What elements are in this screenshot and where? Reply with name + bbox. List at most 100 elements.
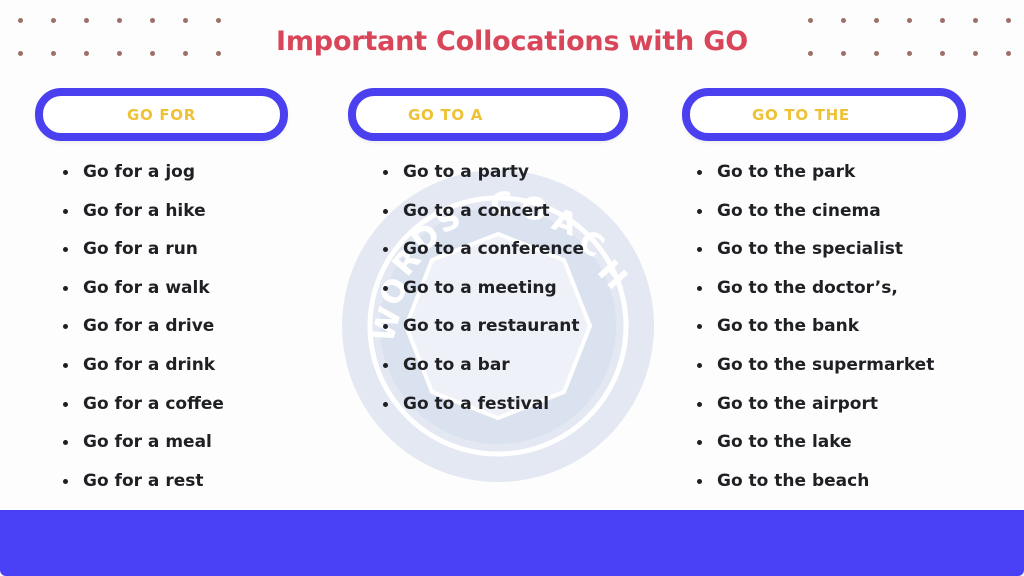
list-item: Go to a concert bbox=[382, 199, 584, 238]
decorative-dot bbox=[216, 18, 221, 23]
list-item: Go to a conference bbox=[382, 237, 584, 276]
decorative-dot bbox=[874, 18, 879, 23]
column-header-go-to-the[interactable]: GO TO THE bbox=[682, 88, 966, 141]
page-title: Important Collocations with GO bbox=[276, 26, 748, 57]
list-item: Go to a festival bbox=[382, 392, 584, 431]
bullet-icon bbox=[383, 208, 388, 214]
column-header-go-to-a[interactable]: GO TO A bbox=[348, 88, 628, 141]
list-item: Go to a restaurant bbox=[382, 314, 584, 353]
list-item: Go to the beach bbox=[696, 469, 934, 508]
list-item: Go to the bank bbox=[696, 314, 934, 353]
list-item-label: Go to a festival bbox=[403, 393, 550, 414]
list-item: Go to the airport bbox=[696, 392, 934, 431]
list-item: Go for a walk bbox=[62, 276, 224, 315]
list-item: Go to the cinema bbox=[696, 199, 934, 238]
column-header-label: GO TO THE bbox=[752, 105, 850, 124]
decorative-dot bbox=[18, 18, 23, 23]
list-item-label: Go for a coffee bbox=[83, 393, 224, 414]
column-header-label: GO FOR bbox=[126, 105, 197, 124]
list-item: Go for a rest bbox=[62, 469, 224, 508]
bullet-icon bbox=[697, 208, 702, 214]
decorative-dot bbox=[907, 18, 912, 23]
column-header-go-for[interactable]: GO FOR bbox=[35, 88, 288, 141]
bullet-icon bbox=[63, 324, 68, 330]
decorative-dot bbox=[84, 18, 89, 23]
list-item-label: Go to a concert bbox=[403, 200, 550, 221]
bullet-icon bbox=[63, 401, 68, 407]
list-item: Go for a run bbox=[62, 237, 224, 276]
list-item-label: Go for a drive bbox=[83, 316, 215, 337]
list-item-label: Go to the park bbox=[717, 162, 856, 182]
svg-text:H: H bbox=[590, 253, 634, 296]
decorative-dot bbox=[841, 18, 846, 23]
list-item-label: Go to a party bbox=[403, 162, 529, 182]
bullet-icon bbox=[697, 401, 702, 407]
list-item-label: Go for a walk bbox=[83, 277, 210, 298]
list-item-label: Go to the doctor’s, bbox=[717, 277, 898, 298]
bullet-icon bbox=[383, 401, 388, 407]
list-item-label: Go for a hike bbox=[83, 200, 206, 221]
decorative-dot bbox=[150, 18, 155, 23]
list-item: Go to a bar bbox=[382, 353, 584, 392]
bullet-icon bbox=[383, 170, 388, 175]
list-item-label: Go to a bar bbox=[403, 354, 510, 375]
list-item-label: Go to the lake bbox=[717, 432, 852, 453]
list-item-label: Go to the bank bbox=[717, 316, 860, 337]
list-item: Go to the park bbox=[696, 160, 934, 199]
bullet-icon bbox=[63, 362, 68, 368]
decorative-dot bbox=[940, 18, 945, 23]
bullet-icon bbox=[383, 285, 388, 291]
list-item-label: Go for a jog bbox=[83, 162, 195, 182]
list-item: Go to the doctor’s, bbox=[696, 276, 934, 315]
decorative-dot bbox=[808, 18, 813, 23]
column-header-label: GO TO A bbox=[408, 105, 484, 124]
collocation-list-go-for: Go for a jog Go for a hike Go for a run … bbox=[62, 160, 224, 507]
collocation-list-go-to-a: Go to a party Go to a concert Go to a co… bbox=[382, 160, 584, 430]
list-item: Go to a party bbox=[382, 160, 584, 199]
bullet-icon bbox=[63, 247, 68, 253]
decorative-dot bbox=[51, 18, 56, 23]
bullet-icon bbox=[383, 362, 388, 368]
list-item: Go for a jog bbox=[62, 160, 224, 199]
list-item: Go for a drive bbox=[62, 314, 224, 353]
list-item-label: Go to a restaurant bbox=[403, 316, 580, 337]
list-item-label: Go for a drink bbox=[83, 354, 216, 375]
list-item-label: Go to the cinema bbox=[717, 200, 881, 221]
decorative-dot bbox=[1006, 18, 1011, 23]
bullet-icon bbox=[697, 247, 702, 253]
list-item-label: Go to the supermarket bbox=[717, 354, 935, 375]
bullet-icon bbox=[697, 285, 702, 291]
list-item-label: Go to a meeting bbox=[403, 277, 557, 298]
bullet-icon bbox=[63, 170, 68, 175]
bullet-icon bbox=[697, 170, 702, 175]
poster-canvas: Important Collocations with GO W O R D S bbox=[0, 0, 1024, 576]
list-item-label: Go to a conference bbox=[403, 239, 585, 260]
footer-bar: www.wordscoach.com bbox=[0, 510, 1024, 576]
list-item: Go for a meal bbox=[62, 430, 224, 469]
decorative-dot bbox=[117, 18, 122, 23]
list-item: Go to the specialist bbox=[696, 237, 934, 276]
list-item-label: Go for a rest bbox=[83, 470, 204, 491]
list-item: Go for a drink bbox=[62, 353, 224, 392]
list-item: Go to the supermarket bbox=[696, 353, 934, 392]
decorative-dot bbox=[973, 18, 978, 23]
list-item: Go for a coffee bbox=[62, 392, 224, 431]
list-item-label: Go for a meal bbox=[83, 432, 212, 453]
list-item: Go to a meeting bbox=[382, 276, 584, 315]
collocation-list-go-to-the: Go to the park Go to the cinema Go to th… bbox=[696, 160, 934, 507]
bullet-icon bbox=[383, 247, 388, 253]
list-item-label: Go for a run bbox=[83, 239, 198, 260]
bullet-icon bbox=[63, 208, 68, 214]
list-item-label: Go to the airport bbox=[717, 393, 878, 414]
bullet-icon bbox=[63, 478, 68, 484]
list-item: Go for a hike bbox=[62, 199, 224, 238]
bullet-icon bbox=[63, 285, 68, 291]
list-item-label: Go to the specialist bbox=[717, 239, 904, 260]
bullet-icon bbox=[383, 324, 388, 330]
bullet-icon bbox=[697, 478, 702, 484]
list-item: Go to the lake bbox=[696, 430, 934, 469]
bullet-icon bbox=[697, 440, 702, 446]
list-item-label: Go to the beach bbox=[717, 470, 870, 491]
bullet-icon bbox=[697, 362, 702, 368]
bullet-icon bbox=[63, 440, 68, 446]
